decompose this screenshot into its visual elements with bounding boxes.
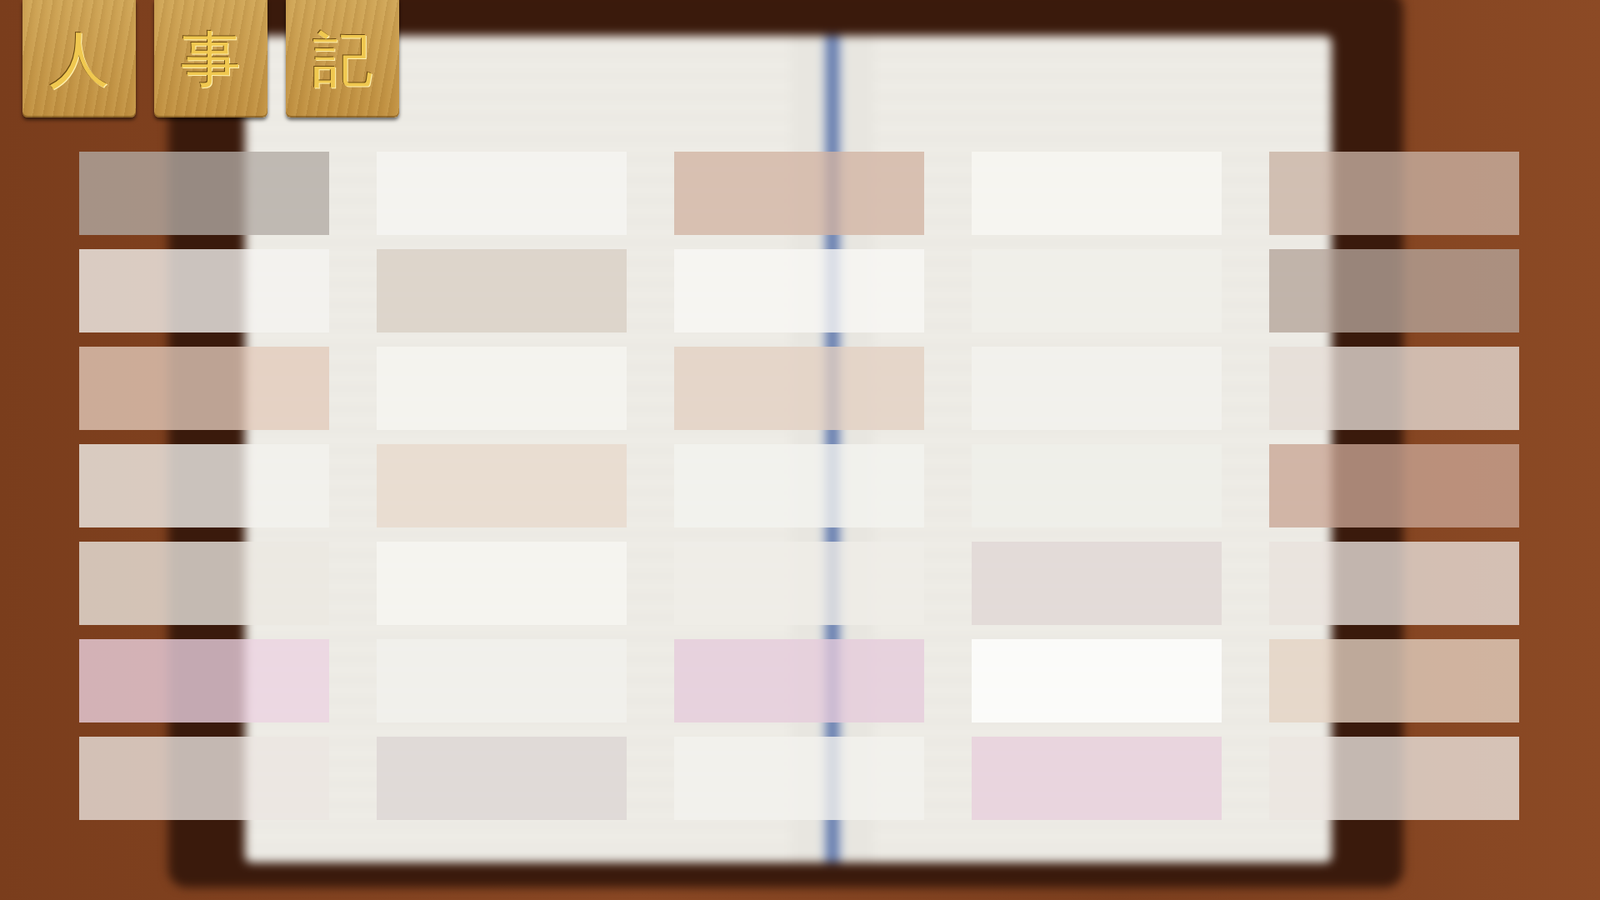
grid-card[interactable] xyxy=(79,346,330,430)
grid-card[interactable] xyxy=(79,249,330,333)
grid-card[interactable] xyxy=(376,249,627,333)
grid-card[interactable] xyxy=(674,346,925,430)
grid-card[interactable] xyxy=(971,639,1222,723)
grid-card[interactable] xyxy=(1269,249,1520,333)
grid-card[interactable] xyxy=(971,249,1222,333)
menu-tiles: 人事記 xyxy=(0,0,1600,118)
grid-card[interactable] xyxy=(79,639,330,723)
content: 人事記 xyxy=(0,0,1600,820)
game-screen: 人事記 xyxy=(0,0,1600,900)
grid-card[interactable] xyxy=(1269,541,1520,625)
grid-card[interactable] xyxy=(79,736,330,820)
grid-card[interactable] xyxy=(674,249,925,333)
grid-card[interactable] xyxy=(674,151,925,235)
grid-card[interactable] xyxy=(376,151,627,235)
grid-card[interactable] xyxy=(1269,346,1520,430)
grid-card[interactable] xyxy=(674,444,925,528)
grid-card[interactable] xyxy=(1269,639,1520,723)
menu-tile-label: 記 xyxy=(312,29,373,90)
menu-tile[interactable]: 事 xyxy=(154,0,268,118)
grid-card[interactable] xyxy=(1269,736,1520,820)
grid-card[interactable] xyxy=(971,736,1222,820)
menu-tile[interactable]: 記 xyxy=(285,0,400,118)
grid-card[interactable] xyxy=(971,346,1222,430)
grid-card[interactable] xyxy=(79,444,330,528)
menu-tile-label: 事 xyxy=(180,29,241,90)
card-grid xyxy=(79,151,1600,820)
grid-card[interactable] xyxy=(79,151,330,235)
grid-card[interactable] xyxy=(79,541,330,625)
menu-tile-label: 人 xyxy=(49,29,110,90)
menu-tile[interactable]: 人 xyxy=(22,0,136,118)
grid-card[interactable] xyxy=(376,639,627,723)
grid-card[interactable] xyxy=(971,444,1222,528)
grid-card[interactable] xyxy=(376,444,627,528)
grid-card[interactable] xyxy=(1269,151,1520,235)
grid-card[interactable] xyxy=(376,346,627,430)
grid-card[interactable] xyxy=(674,541,925,625)
grid-card[interactable] xyxy=(971,541,1222,625)
grid-card[interactable] xyxy=(674,736,925,820)
grid-card[interactable] xyxy=(376,541,627,625)
grid-card[interactable] xyxy=(674,639,925,723)
grid-card[interactable] xyxy=(376,736,627,820)
grid-card[interactable] xyxy=(971,151,1222,235)
grid-card[interactable] xyxy=(1269,444,1520,528)
